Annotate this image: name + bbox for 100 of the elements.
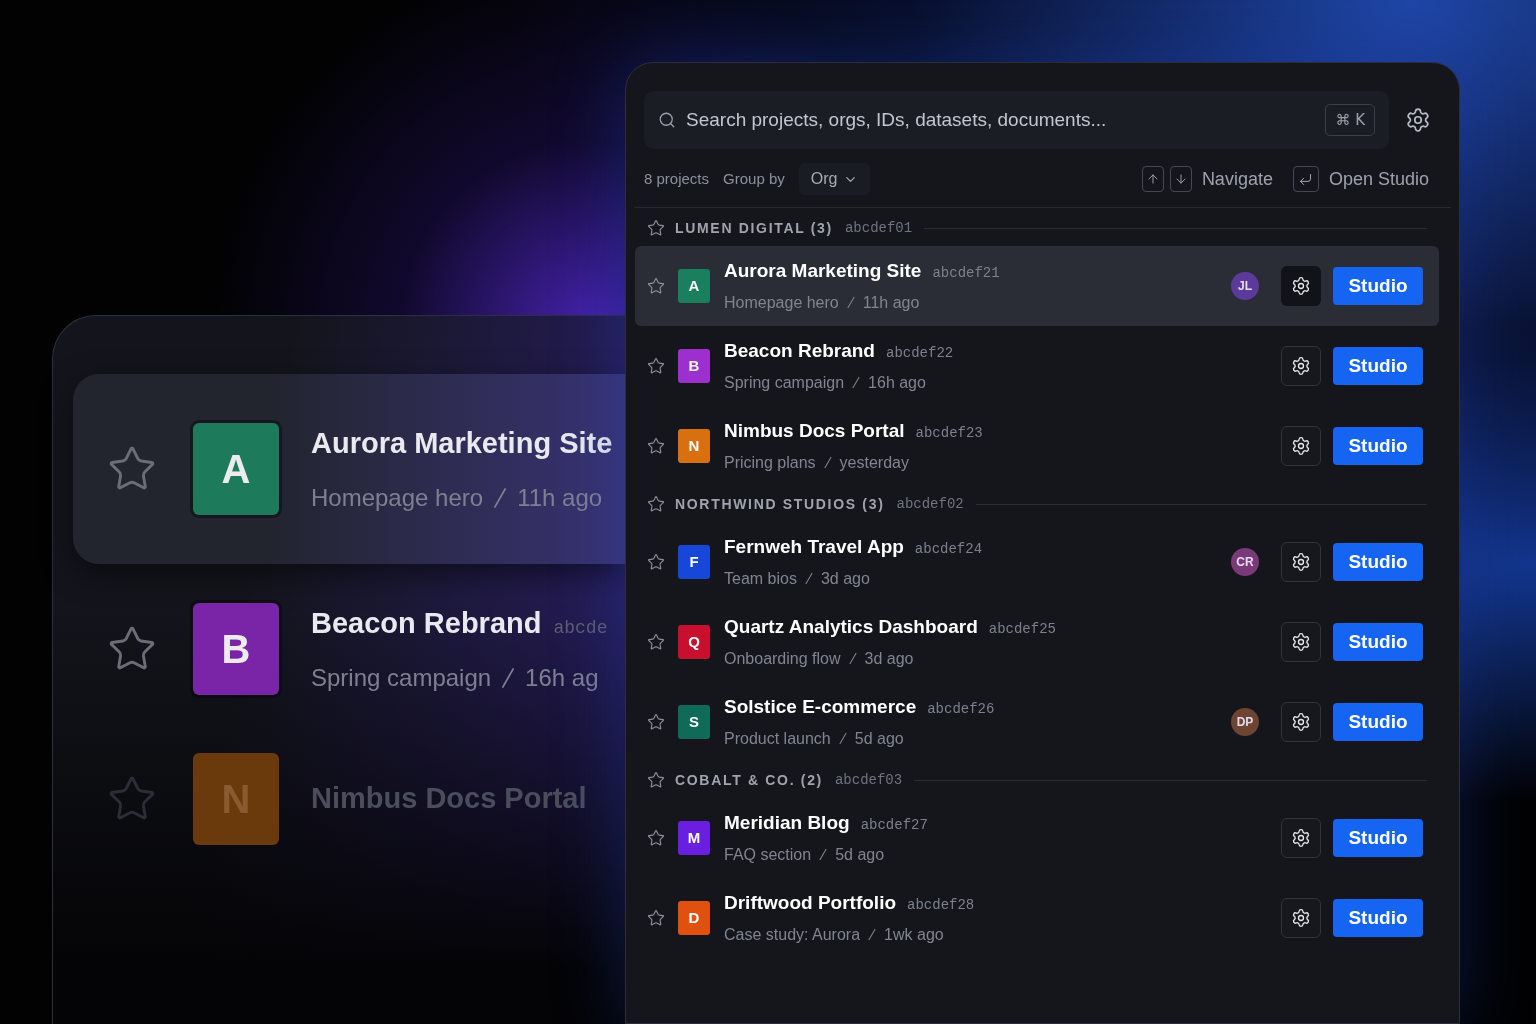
studio-button[interactable]: Studio: [1333, 427, 1423, 465]
settings-icon: [1291, 436, 1311, 456]
project-id: abcde: [553, 617, 608, 641]
studio-button[interactable]: Studio: [1333, 703, 1423, 741]
project-subtitle: Team bios: [724, 568, 797, 589]
project-title: Nimbus Docs Portal: [724, 419, 905, 444]
group-name: LUMEN DIGITAL (3): [675, 218, 833, 238]
initial-tile: D: [678, 901, 710, 935]
return-key-icon: [1292, 166, 1319, 192]
project-subtitle: Spring campaign: [311, 662, 492, 693]
project-subtitle: Pricing plans: [724, 452, 816, 473]
slash-separator-icon: [848, 652, 857, 666]
project-subtitle: Case study: Aurora: [724, 924, 861, 945]
project-row[interactable]: S Solstice E-commerce abcdef26 Product launch 5d ago DP Studio: [635, 682, 1439, 762]
studio-button[interactable]: Studio: [1333, 819, 1423, 857]
updated-time: 16h ago: [868, 372, 926, 393]
project-title: Aurora Marketing Site: [311, 426, 613, 462]
project-title: Fernweh Travel App: [724, 535, 904, 560]
project-id: abcdef21: [932, 264, 1000, 284]
initial-tile: N: [678, 429, 710, 463]
project-row[interactable]: A Aurora Marketing Site abcdef21 Homepage hero 11h ago JL Studio: [635, 246, 1439, 326]
group-id: abcdef01: [844, 218, 913, 238]
slash-separator-icon: [819, 848, 828, 862]
initial-tile: B: [678, 349, 710, 383]
settings-icon[interactable]: [1405, 107, 1431, 133]
studio-button[interactable]: Studio: [1333, 623, 1423, 661]
settings-button[interactable]: [1281, 426, 1321, 466]
settings-icon: [1291, 712, 1311, 732]
initial-tile: A: [678, 269, 710, 303]
initial-tile: F: [678, 545, 710, 579]
settings-button[interactable]: [1281, 622, 1321, 662]
shortcut-hint-label: Navigate: [1201, 167, 1273, 191]
slash-separator-icon: [868, 928, 877, 942]
slash-separator-icon: [852, 376, 861, 390]
project-title: Aurora Marketing Site: [724, 259, 922, 284]
star-icon[interactable]: [647, 553, 665, 571]
project-subtitle: FAQ section: [724, 844, 812, 865]
group-name: NORTHWIND STUDIOS (3): [675, 494, 885, 514]
settings-icon: [1291, 828, 1311, 848]
slash-separator-icon: [823, 456, 832, 470]
updated-time: 16h ag: [525, 662, 599, 693]
project-row[interactable]: D Driftwood Portfolio abcdef28 Case study: Aurora 1wk ago Studio: [635, 878, 1439, 958]
settings-button[interactable]: [1281, 898, 1321, 938]
arrow-up-key-icon: [1141, 166, 1164, 192]
search-icon: [658, 111, 676, 129]
project-id: abcdef24: [914, 540, 983, 560]
studio-button[interactable]: Studio: [1333, 543, 1423, 581]
project-title: Quartz Analytics Dashboard: [724, 615, 978, 640]
star-icon[interactable]: [647, 771, 665, 789]
settings-button[interactable]: [1281, 266, 1321, 306]
project-row[interactable]: Q Quartz Analytics Dashboard abcdef25 Onboarding flow 3d ago Studio: [635, 602, 1439, 682]
shortcut-hint-label: Open Studio: [1328, 167, 1429, 191]
updated-time: 11h ago: [517, 482, 603, 513]
project-row[interactable]: B Beacon Rebrand abcdef22 Spring campaign 16h ago Studio: [635, 326, 1439, 406]
star-icon[interactable]: [647, 219, 665, 237]
project-id: abcdef27: [860, 816, 928, 836]
project-subtitle: Onboarding flow: [724, 648, 841, 669]
updated-time: 5d ago: [854, 728, 904, 749]
slash-separator-icon: [493, 486, 508, 509]
updated-time: 11h ago: [862, 292, 920, 313]
user-avatar: JL: [1231, 272, 1259, 300]
star-icon[interactable]: [647, 495, 665, 513]
shortcut-key: ⌘ K: [1325, 104, 1375, 136]
star-icon[interactable]: [647, 357, 665, 375]
studio-button[interactable]: Studio: [1333, 347, 1423, 385]
group-by-dropdown[interactable]: Org: [798, 163, 871, 195]
settings-button[interactable]: [1281, 818, 1321, 858]
updated-time: 5d ago: [835, 844, 885, 865]
updated-time: 1wk ago: [884, 924, 944, 945]
updated-time: 3d ago: [820, 568, 870, 589]
studio-button[interactable]: Studio: [1333, 267, 1423, 305]
project-id: abcdef25: [988, 620, 1056, 640]
group-by-label: Group by: [723, 168, 785, 189]
project-row[interactable]: B Beacon Rebrand abcde Spring campaign 16h ag: [73, 584, 625, 714]
initial-tile: B: [193, 603, 279, 695]
project-row[interactable]: M Meridian Blog abcdef27 FAQ section 5d ago Studio: [635, 798, 1439, 878]
star-icon[interactable]: [647, 437, 665, 455]
user-avatar: CR: [1231, 548, 1259, 576]
project-subtitle: Product launch: [724, 728, 831, 749]
studio-button[interactable]: Studio: [1333, 899, 1423, 937]
slash-separator-icon: [501, 666, 516, 689]
group-name: COBALT & CO. (2): [675, 770, 823, 790]
settings-button[interactable]: [1281, 702, 1321, 742]
slash-separator-icon: [846, 296, 855, 310]
settings-button[interactable]: [1281, 346, 1321, 386]
settings-icon: [1291, 632, 1311, 652]
project-row[interactable]: N Nimbus Docs Portal abcdef23 Pricing plans yesterday Studio: [635, 406, 1439, 486]
settings-icon: [1291, 276, 1311, 296]
project-row[interactable]: F Fernweh Travel App abcdef24 Team bios 3d ago CR Studio: [635, 522, 1439, 602]
star-icon[interactable]: [647, 633, 665, 651]
project-id: abcdef26: [927, 700, 995, 720]
project-row[interactable]: A Aurora Marketing Site Homepage hero 11h ago: [73, 374, 625, 564]
project-subtitle: Homepage hero: [311, 482, 484, 513]
star-icon[interactable]: [647, 829, 665, 847]
updated-time: yesterday: [839, 452, 909, 473]
star-icon[interactable]: [647, 713, 665, 731]
star-icon[interactable]: [647, 909, 665, 927]
star-icon[interactable]: [647, 277, 665, 295]
project-title: Beacon Rebrand: [724, 339, 875, 364]
settings-button[interactable]: [1281, 542, 1321, 582]
